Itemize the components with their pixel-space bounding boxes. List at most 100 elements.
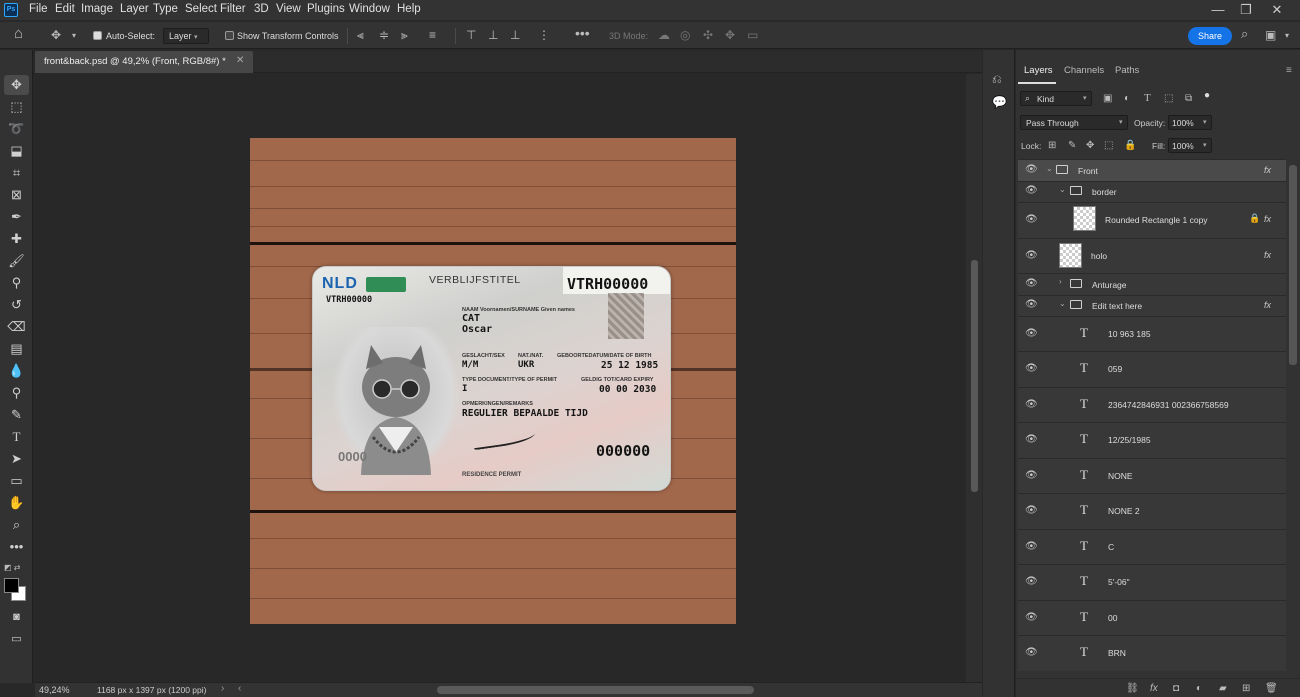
object-selection-tool-icon[interactable]: ⬓ [4, 141, 29, 161]
foreground-color-swatch[interactable] [4, 578, 19, 593]
move-tool-icon[interactable]: ✥ [4, 75, 29, 95]
layers-scrollbar-thumb[interactable] [1289, 165, 1297, 365]
adjustment-layer-icon[interactable]: ◐ [1196, 683, 1202, 694]
fx-icon[interactable]: fx [1264, 214, 1271, 224]
history-brush-tool-icon[interactable]: ↺ [4, 295, 29, 315]
frame-tool-icon[interactable]: ⊠ [4, 185, 29, 205]
lock-pixels-icon[interactable]: ✎ [1068, 140, 1076, 151]
chevron-right-icon[interactable]: › [221, 683, 224, 694]
layer-row[interactable] [1018, 316, 1286, 351]
tab-paths[interactable]: Paths [1115, 65, 1139, 76]
distribute-vertical-icon[interactable]: ⋮ [538, 28, 550, 42]
opacity-input[interactable]: 100% ▾ [1168, 115, 1212, 130]
healing-brush-tool-icon[interactable]: ✚ [4, 229, 29, 249]
menu-image[interactable]: Image [81, 3, 113, 15]
menu-file[interactable]: File [29, 3, 48, 15]
scale-3d-icon[interactable]: ▭ [747, 28, 758, 42]
gradient-tool-icon[interactable]: ▤ [4, 339, 29, 359]
share-button[interactable]: Share [1188, 27, 1232, 45]
visibility-eye-icon[interactable]: 👁 [1025, 328, 1038, 339]
visibility-eye-icon[interactable]: 👁 [1025, 434, 1038, 445]
brush-tool-icon[interactable]: 🖌 [4, 251, 29, 271]
blur-tool-icon[interactable]: 💧 [4, 361, 29, 381]
distribute-icon[interactable]: ≡ [429, 28, 436, 42]
horizontal-scrollbar-thumb[interactable] [437, 686, 754, 694]
chevron-down-icon[interactable]: ▾ [72, 31, 76, 40]
eyedropper-tool-icon[interactable]: ✒ [4, 207, 29, 227]
zoom-readout[interactable]: 49,24% [39, 685, 70, 695]
filter-type-icon[interactable]: T [1144, 92, 1151, 104]
hand-tool-icon[interactable]: ✋ [4, 493, 29, 513]
align-middle-icon[interactable]: ⊥ [488, 28, 498, 42]
comments-panel-icon[interactable]: 💬 [992, 95, 1007, 109]
blend-mode-dropdown[interactable]: Pass Through ▾ [1020, 115, 1128, 130]
scroll-left-icon[interactable]: ‹ [238, 683, 241, 694]
home-icon[interactable]: ⌂ [14, 25, 23, 42]
lock-artboard-icon[interactable]: ⬚ [1104, 140, 1113, 151]
filter-smart-object-icon[interactable]: ⧉ [1185, 93, 1192, 104]
add-style-icon[interactable]: fx [1150, 683, 1158, 694]
pen-tool-icon[interactable]: ✎ [4, 405, 29, 425]
align-bottom-icon[interactable]: ⊥ [510, 28, 520, 42]
visibility-eye-icon[interactable]: 👁 [1025, 214, 1038, 225]
layer-row[interactable] [1018, 529, 1286, 564]
fx-icon[interactable]: fx [1264, 165, 1271, 175]
tab-channels[interactable]: Channels [1064, 65, 1104, 76]
dodge-tool-icon[interactable]: ⚲ [4, 383, 29, 403]
layer-row[interactable] [1018, 422, 1286, 458]
vertical-scrollbar-thumb[interactable] [971, 260, 978, 492]
filter-pixel-icon[interactable]: ▣ [1103, 93, 1112, 104]
visibility-eye-icon[interactable]: 👁 [1025, 576, 1038, 587]
pan-3d-icon[interactable]: ✣ [703, 28, 713, 42]
chevron-down-icon[interactable]: ⌄ [1059, 185, 1066, 194]
close-window-icon[interactable]: ✕ [1267, 2, 1287, 18]
visibility-eye-icon[interactable]: 👁 [1025, 399, 1038, 410]
fill-input[interactable]: 100% ▾ [1168, 138, 1212, 153]
visibility-eye-icon[interactable]: 👁 [1025, 541, 1038, 552]
fx-icon[interactable]: fx [1264, 250, 1271, 260]
restore-icon[interactable]: ❐ [1236, 2, 1256, 18]
menu-edit[interactable]: Edit [55, 3, 75, 15]
quick-mask-icon[interactable]: ◙ [4, 607, 29, 627]
menu-filter[interactable]: Filter [220, 3, 246, 15]
menu-select[interactable]: Select [185, 3, 217, 15]
roll-3d-icon[interactable]: ◎ [680, 28, 690, 42]
new-layer-icon[interactable]: ⊞ [1242, 683, 1250, 694]
menu-layer[interactable]: Layer [120, 3, 149, 15]
panel-menu-icon[interactable]: ≡ [1286, 65, 1292, 76]
new-group-icon[interactable]: ▰ [1219, 683, 1227, 694]
visibility-eye-icon[interactable]: 👁 [1025, 470, 1038, 481]
menu-plugins[interactable]: Plugins [307, 3, 345, 15]
chevron-down-icon[interactable]: ▾ [1285, 31, 1289, 40]
tab-layers[interactable]: Layers [1024, 65, 1053, 76]
more-tools-icon[interactable]: ••• [4, 537, 29, 557]
lock-transparent-icon[interactable]: ⊞ [1048, 140, 1056, 151]
move-tool-icon[interactable]: ✥ [51, 28, 61, 42]
visibility-eye-icon[interactable]: 👁 [1025, 250, 1038, 261]
visibility-eye-icon[interactable]: 👁 [1025, 647, 1038, 658]
lock-position-icon[interactable]: ✥ [1086, 140, 1094, 151]
menu-type[interactable]: Type [153, 3, 178, 15]
eraser-tool-icon[interactable]: ⌫ [4, 317, 29, 337]
menu-view[interactable]: View [276, 3, 301, 15]
fx-icon[interactable]: fx [1264, 300, 1271, 310]
show-transform-checkbox[interactable] [225, 31, 234, 40]
layer-row[interactable] [1018, 493, 1286, 529]
add-mask-icon[interactable]: ◘ [1173, 683, 1179, 694]
zoom-tool-icon[interactable]: ⌕ [4, 515, 29, 535]
document-tab[interactable]: front&back.psd @ 49,2% (Front, RGB/8#) *… [35, 51, 253, 73]
chevron-right-icon[interactable]: › [1059, 277, 1062, 286]
menu-window[interactable]: Window [349, 3, 390, 15]
crop-tool-icon[interactable]: ⌗ [4, 163, 29, 183]
link-layers-icon[interactable]: ⛓ [1126, 683, 1139, 694]
history-panel-icon[interactable]: ⎌ [992, 72, 1002, 87]
rectangle-tool-icon[interactable]: ▭ [4, 471, 29, 491]
align-left-icon[interactable]: ⫷ [357, 28, 364, 43]
visibility-eye-icon[interactable]: 👁 [1025, 505, 1038, 516]
default-colors-icon[interactable]: ◩ ⇄ [4, 563, 20, 572]
layer-row[interactable] [1018, 564, 1286, 600]
visibility-eye-icon[interactable]: 👁 [1025, 278, 1038, 289]
screen-mode-icon[interactable]: ▭ [4, 629, 29, 649]
delete-layer-icon[interactable]: 🗑 [1265, 683, 1278, 694]
layer-filter-dropdown[interactable]: ⌕ Kind ▾ [1020, 91, 1092, 106]
